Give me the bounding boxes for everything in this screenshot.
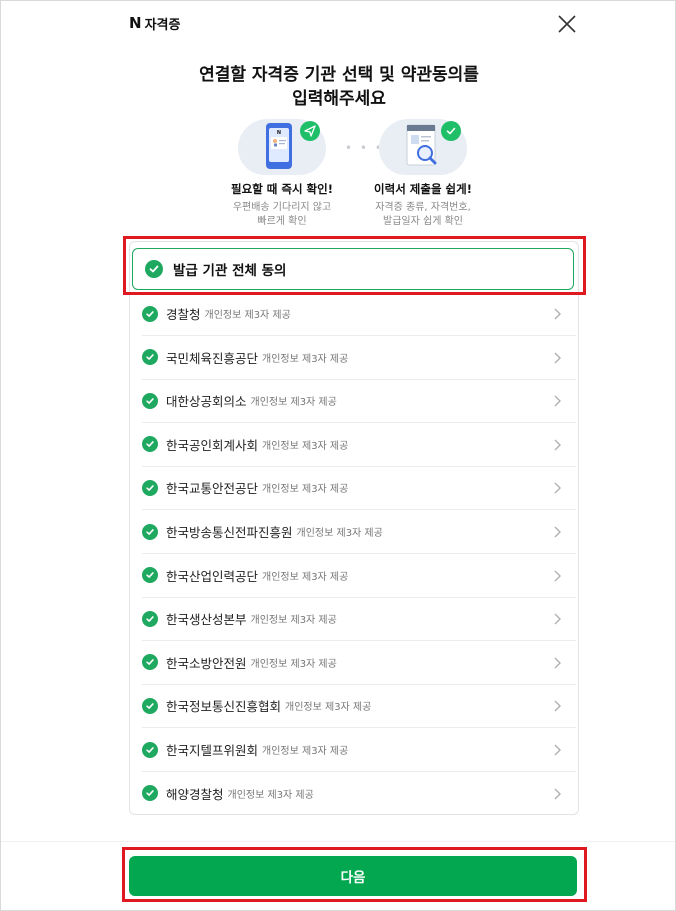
chevron-right-icon[interactable] [552,742,562,756]
next-button[interactable]: 다음 [129,856,577,896]
agency-name: 대한상공회의소 [166,394,247,410]
feature-illustration: N [238,119,326,175]
agency-name: 한국교통안전공단 [166,481,259,497]
agency-name: 한국산업인력공단 [166,568,259,584]
agency-row[interactable]: 경찰청 개인정보 제3자 제공 [142,292,576,336]
chevron-right-icon[interactable] [552,306,562,320]
feature-title: 필요할 때 즉시 확인! [231,182,333,196]
agency-consent-type: 개인정보 제3자 제공 [262,484,349,496]
agency-row[interactable]: 한국공인회계사회 개인정보 제3자 제공 [142,423,576,467]
chevron-right-icon[interactable] [552,698,562,712]
check-circle-icon [446,127,456,135]
feature-desc-line2: 발급일자 쉽게 확인 [383,216,463,227]
agency-row[interactable]: 한국산업인력공단 개인정보 제3자 제공 [142,554,576,598]
chevron-right-icon[interactable] [552,480,562,494]
agency-row[interactable]: 해양경찰청 개인정보 제3자 제공 [142,772,576,815]
brand: N 자격증 [129,13,180,33]
agency-consent-type: 개인정보 제3자 제공 [285,702,372,714]
svg-text:N: N [277,130,281,136]
brand-title: 자격증 [144,17,181,33]
feature-title: 이력서 제출을 쉽게! [374,182,472,196]
paper-plane-icon [304,125,316,137]
agency-consent-type: 개인정보 제3자 제공 [250,397,337,409]
feature-desc-line2: 빠르게 확인 [257,216,307,227]
agency-row[interactable]: 한국지텔프위원회 개인정보 제3자 제공 [142,728,576,772]
agency-row[interactable]: 한국소방안전원 개인정보 제3자 제공 [142,641,576,685]
agency-row[interactable]: 한국생산성본부 개인정보 제3자 제공 [142,597,576,642]
agency-row[interactable]: 대한상공회의소 개인정보 제3자 제공 [142,379,576,424]
agency-name: 한국소방안전원 [166,655,247,671]
check-badge [441,121,461,141]
agency-name: 경찰청 [166,307,201,322]
agency-row[interactable]: 한국정보통신진흥협회 개인정보 제3자 제공 [142,684,576,729]
agency-name: 한국지텔프위원회 [166,743,259,758]
close-icon[interactable] [556,13,578,35]
agency-consent-type: 개인정보 제3자 제공 [204,310,291,321]
agency-row[interactable]: 한국교통안전공단 개인정보 제3자 제공 [142,466,576,511]
agency-consent-type: 개인정보 제3자 제공 [262,440,349,452]
check-circle-icon[interactable] [142,479,158,496]
dialog-frame: N 자격증 연결할 자격증 기관 선택 및 약관동의를 입력해주세요 N 필요할… [0,0,676,911]
check-circle-icon[interactable] [142,697,158,714]
close-button[interactable] [556,13,578,35]
send-badge [300,121,320,141]
page-title-line1: 연결할 자격증 기관 선택 및 약관동의를 [199,65,479,85]
feature-cards: N 필요할 때 즉시 확인! 우편배송 기다리지 않고 빠르게 확인 • • •… [1,119,675,231]
check-circle-icon[interactable] [142,349,158,366]
feature-desc-line1: 우편배송 기다리지 않고 [232,202,332,213]
feature-desc-line1: 자격증 종류, 자격번호, [375,202,471,213]
feature-resume-submit: 이력서 제출을 쉽게! 자격증 종류, 자격번호, 발급일자 쉽게 확인 [348,119,498,229]
check-circle-icon[interactable] [142,523,158,540]
check-circle-icon[interactable] [142,567,158,584]
feature-instant-check: N 필요할 때 즉시 확인! 우편배송 기다리지 않고 빠르게 확인 [207,119,357,229]
feature-desc: 우편배송 기다리지 않고 빠르게 확인 [207,201,357,229]
check-circle-icon[interactable] [142,610,158,627]
page-title-line2: 입력해주세요 [292,89,386,109]
agency-consent-type: 개인정보 제3자 제공 [262,746,349,757]
agency-list: 발급 기관 전체 동의 경찰청 개인정보 제3자 제공 국민체육진흥공단 개인정보 제… [129,241,579,815]
feature-illustration [379,119,467,175]
agency-consent-type: 개인정보 제3자 제공 [262,571,349,583]
chevron-right-icon[interactable] [552,568,562,582]
agency-consent-type: 개인정보 제3자 제공 [227,789,314,801]
page-title: 연결할 자격증 기관 선택 및 약관동의를 입력해주세요 [1,63,675,111]
check-circle-icon[interactable] [142,785,158,802]
agree-all-checkbox[interactable]: 발급 기관 전체 동의 [132,248,574,290]
agency-name: 해양경찰청 [166,786,224,802]
feature-desc: 자격증 종류, 자격번호, 발급일자 쉽게 확인 [348,201,498,229]
agency-name: 국민체육진흥공단 [166,350,259,366]
check-circle-icon[interactable] [142,436,158,453]
agency-name: 한국공인회계사회 [166,437,259,453]
agency-name: 한국방송통신전파진흥원 [166,525,293,540]
check-circle-icon[interactable] [142,305,158,322]
naver-logo: N [129,14,142,32]
agree-all-label: 발급 기관 전체 동의 [173,263,287,279]
agency-consent-type: 개인정보 제3자 제공 [250,658,337,670]
check-circle-icon[interactable] [142,392,158,409]
agency-row[interactable]: 국민체육진흥공단 개인정보 제3자 제공 [142,336,576,380]
agency-name: 한국생산성본부 [166,612,247,628]
chevron-right-icon[interactable] [552,393,562,407]
agency-consent-type: 개인정보 제3자 제공 [296,528,383,539]
chevron-right-icon[interactable] [552,611,562,625]
agency-row[interactable]: 한국방송통신전파진흥원 개인정보 제3자 제공 [142,510,576,554]
chevron-right-icon[interactable] [552,524,562,538]
agency-consent-type: 개인정보 제3자 제공 [262,353,349,365]
check-circle-icon[interactable] [145,260,163,278]
agency-consent-type: 개인정보 제3자 제공 [250,615,337,627]
header: N 자격증 [1,1,675,45]
chevron-right-icon[interactable] [552,655,562,669]
check-circle-icon[interactable] [142,654,158,671]
check-circle-icon[interactable] [142,741,158,758]
footer-divider [1,841,675,842]
chevron-right-icon[interactable] [552,786,562,800]
agency-name: 한국정보통신진흥협회 [166,699,282,715]
chevron-right-icon[interactable] [552,350,562,364]
chevron-right-icon[interactable] [552,437,562,451]
